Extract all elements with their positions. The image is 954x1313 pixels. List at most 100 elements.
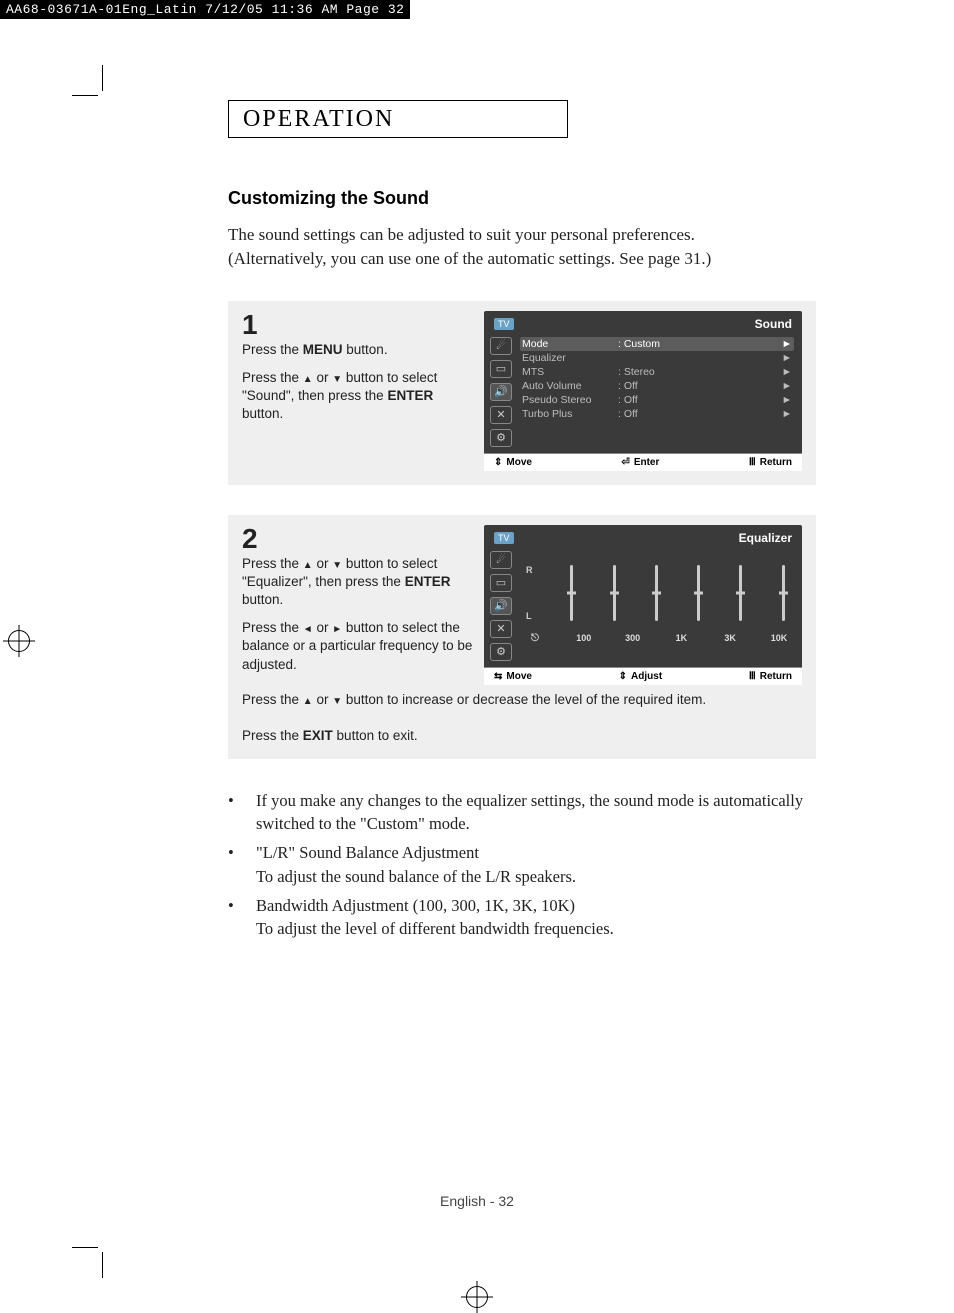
freq-100: 100 xyxy=(573,633,595,644)
chapter-heading-box: OPERATION xyxy=(228,100,568,138)
menu-label: MENU xyxy=(303,342,343,357)
t: or xyxy=(313,370,333,385)
osd-equalizer: TV Equalizer ☄ ▭ 🔊 ✕ ⚙ R xyxy=(484,525,802,685)
setup-icon: ⚙ xyxy=(490,429,512,447)
menu-row-pseudo: Pseudo Stereo: Off► xyxy=(520,393,794,407)
t: Press the xyxy=(242,620,303,635)
footer-move: Move xyxy=(506,457,532,468)
t: Press the xyxy=(242,556,303,571)
notes-list: • If you make any changes to the equaliz… xyxy=(228,789,828,940)
bullet-3: • Bandwidth Adjustment (100, 300, 1K, 3K… xyxy=(228,894,828,940)
intro-line-1: The sound settings can be adjusted to su… xyxy=(228,225,695,244)
footer-return: Return xyxy=(760,671,792,682)
menu-row-autovol: Auto Volume: Off► xyxy=(520,379,794,393)
t: Press the xyxy=(242,728,303,743)
bullet-dot-icon: • xyxy=(228,894,238,940)
setup-icon: ⚙ xyxy=(490,643,512,661)
balance-labels: R L xyxy=(526,565,533,621)
step-2-text: 2 Press the ▲ or ▼ button to select "Equ… xyxy=(242,525,474,685)
print-job-header: AA68-03671A-01Eng_Latin 7/12/05 11:36 AM… xyxy=(0,0,410,19)
v: : Custom xyxy=(618,338,782,350)
enter-glyph-icon: ⏎ xyxy=(621,457,629,468)
up-arrow-icon: ▲ xyxy=(303,374,313,385)
step-1-block: 1 Press the MENU button. Press the ▲ or … xyxy=(228,301,816,485)
bullet-1: • If you make any changes to the equaliz… xyxy=(228,789,828,835)
bullet-3-text: To adjust the level of different bandwid… xyxy=(256,917,828,940)
section-title: Customizing the Sound xyxy=(228,188,954,209)
freq-10k: 10K xyxy=(768,633,790,644)
right-arrow-icon: ► xyxy=(332,624,342,635)
freq-3k: 3K xyxy=(719,633,741,644)
channel-icon: ✕ xyxy=(490,620,512,638)
step-1-number: 1 xyxy=(242,311,474,339)
slider-10k xyxy=(778,565,788,621)
l: MTS xyxy=(522,366,618,378)
sound-icon: 🔊 xyxy=(490,597,512,615)
step-1-text: 1 Press the MENU button. Press the ▲ or … xyxy=(242,311,474,471)
slider-1k xyxy=(694,565,704,621)
menu-row-equalizer: Equalizer► xyxy=(520,351,794,365)
osd-tv-badge: TV xyxy=(494,318,514,330)
t: button to exit. xyxy=(333,728,418,743)
footer-move: Move xyxy=(506,671,532,682)
balance-r: R xyxy=(526,565,533,575)
picture-icon: ▭ xyxy=(490,360,512,378)
t: Press the xyxy=(242,342,303,357)
right-arrow-icon: ► xyxy=(782,394,792,406)
menu-row-turbo: Turbo Plus: Off► xyxy=(520,407,794,421)
slider-3k xyxy=(736,565,746,621)
l: Auto Volume xyxy=(522,380,618,392)
slider-100 xyxy=(609,565,619,621)
input-icon: ☄ xyxy=(490,337,512,355)
osd-menu-list: Mode: Custom► Equalizer► MTS: Stereo► Au… xyxy=(518,335,802,453)
right-arrow-icon: ► xyxy=(782,352,792,364)
t: or xyxy=(313,620,333,635)
l: Pseudo Stereo xyxy=(522,394,618,406)
footer-enter: Enter xyxy=(634,457,660,468)
l: Mode xyxy=(522,338,618,350)
channel-icon: ✕ xyxy=(490,406,512,424)
l: Turbo Plus xyxy=(522,408,618,420)
slider-balance xyxy=(567,565,577,621)
return-glyph-icon: Ⅲ xyxy=(749,457,756,468)
input-icon: ☄ xyxy=(490,551,512,569)
right-arrow-icon: ► xyxy=(782,380,792,392)
step-2-block: 2 Press the ▲ or ▼ button to select "Equ… xyxy=(228,515,816,760)
osd-icon-column: ☄ ▭ 🔊 ✕ ⚙ xyxy=(484,335,518,453)
t: or xyxy=(313,692,333,707)
down-arrow-icon: ▼ xyxy=(332,696,342,707)
osd-footer: ⇆Move ⇕Adjust ⅢReturn xyxy=(484,667,802,685)
step-2-full-text: Press the ▲ or ▼ button to increase or d… xyxy=(242,691,802,746)
equalizer-sliders-area: R L ⎋ 100 3 xyxy=(518,549,802,645)
balance-l: L xyxy=(526,611,533,621)
bullet-2: • "L/R" Sound Balance Adjustment To adju… xyxy=(228,841,828,887)
equalizer-freq-labels: ⎋ 100 300 1K 3K 10K xyxy=(522,631,792,644)
left-arrow-icon: ◄ xyxy=(303,624,313,635)
osd-icon-column: ☄ ▭ 🔊 ✕ ⚙ xyxy=(484,549,518,667)
picture-icon: ▭ xyxy=(490,574,512,592)
v: : Stereo xyxy=(618,366,782,378)
t: button. xyxy=(242,592,283,607)
step-2-number: 2 xyxy=(242,525,474,553)
osd-tv-badge: TV xyxy=(494,532,514,544)
t: Press the xyxy=(242,692,303,707)
v: : Off xyxy=(618,380,782,392)
t: Press the xyxy=(242,370,303,385)
t: or xyxy=(313,556,333,571)
registration-target-bottom-icon xyxy=(466,1286,488,1308)
move-glyph-icon: ⇆ xyxy=(494,671,502,682)
bullet-dot-icon: • xyxy=(228,841,238,887)
osd-footer: ⇕Move ⏎Enter ⅢReturn xyxy=(484,453,802,471)
up-arrow-icon: ▲ xyxy=(303,696,313,707)
right-arrow-icon: ► xyxy=(782,338,792,350)
bullet-dot-icon: • xyxy=(228,789,238,835)
menu-row-mts: MTS: Stereo► xyxy=(520,365,794,379)
bullet-2-text: To adjust the sound balance of the L/R s… xyxy=(256,865,828,888)
osd-title-equalizer: Equalizer xyxy=(739,531,792,545)
osd-title-sound: Sound xyxy=(755,317,792,331)
page-number-footer: English - 32 xyxy=(0,1193,954,1209)
balance-icon: ⎋ xyxy=(524,633,546,644)
down-arrow-icon: ▼ xyxy=(332,374,342,385)
v: : Off xyxy=(618,394,782,406)
t: button to increase or decrease the level… xyxy=(342,692,706,707)
